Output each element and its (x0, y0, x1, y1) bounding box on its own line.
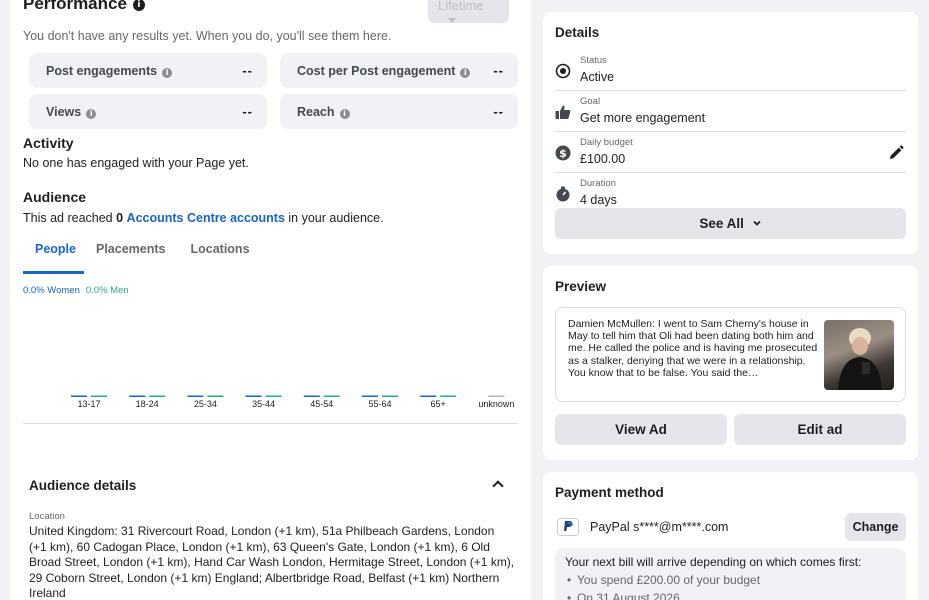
performance-heading: Performance i (23, 0, 145, 14)
payment-method-row: PayPal s****@m****.com Change (555, 513, 906, 543)
chart-tick-label: unknown (478, 399, 514, 409)
chart-tick-label: 25-34 (194, 399, 217, 409)
chart-legend: 0.0% Women 0.0% Men (23, 285, 129, 296)
preview-card: Preview Damien McMullen: I went to Sam C… (543, 266, 918, 460)
chart-bar-women (362, 395, 378, 397)
chart-tick-label: 65+ (431, 399, 446, 409)
ad-preview-image (824, 320, 894, 390)
see-all-button[interactable]: See All (555, 208, 906, 239)
chart-tick-label: 45-54 (310, 399, 333, 409)
stopwatch-icon (556, 186, 570, 202)
chevron-up-icon[interactable] (492, 480, 504, 492)
chart-tick-label: 55-64 (368, 399, 391, 409)
info-icon[interactable]: i (460, 67, 471, 78)
audience-heading: Audience (23, 189, 87, 205)
tab-placements[interactable]: Placements (84, 242, 177, 274)
chart-tick-label: 18-24 (136, 399, 159, 409)
payment-card: Payment method PayPal s****@m****.com Ch… (543, 472, 918, 600)
location-label: Location (29, 511, 65, 522)
svg-text:$: $ (559, 147, 567, 160)
ad-preview-text: Damien McMullen: I went to Sam Cherny's … (568, 318, 818, 379)
audience-tabs: People Placements Locations (23, 242, 262, 274)
detail-row-daily-budget: $ Daily budget £100.00 (555, 133, 906, 173)
chevron-down-icon (753, 220, 761, 226)
accounts-centre-link[interactable]: Accounts Centre accounts (127, 211, 285, 225)
left-panel: Performance i Lifetime You don't have any… (10, 0, 531, 600)
edit-ad-button[interactable]: Edit ad (734, 414, 906, 445)
legend-men: 0.0% Men (85, 285, 129, 296)
legend-women: 0.0% Women (23, 285, 80, 296)
no-results-text: You don't have any results yet. When you… (23, 29, 392, 43)
tab-locations[interactable]: Locations (177, 242, 261, 274)
change-payment-button[interactable]: Change (845, 513, 906, 541)
metric-cost-per-engagement: Cost per Post engagement i -- (280, 53, 518, 88)
view-ad-button[interactable]: View Ad (555, 414, 727, 445)
info-icon[interactable]: i (339, 108, 350, 119)
chart-bar-men (265, 395, 282, 397)
chart-bar-women (187, 395, 204, 397)
chart-bar-men (149, 395, 166, 397)
chart-bar-men (382, 395, 398, 397)
list-item: On 31 August 2026 (565, 591, 896, 600)
ad-preview[interactable]: Damien McMullen: I went to Sam Cherny's … (555, 307, 906, 402)
activity-text: No one has engaged with your Page yet. (23, 156, 249, 170)
payment-heading: Payment method (555, 485, 664, 500)
chart-bar-men (91, 395, 107, 397)
divider (23, 423, 517, 424)
chart-tick-label: 13-17 (77, 399, 100, 409)
metric-post-engagements: Post engagements i -- (29, 53, 267, 88)
detail-row-status: Status Active (555, 51, 906, 91)
activity-heading: Activity (23, 135, 74, 151)
age-gender-chart: 13-17 18-24 25-34 35-44 45-54 55-64 65+ unknown (71, 395, 514, 409)
location-text: United Kingdom: 31 Rivercourt Road, Lond… (29, 524, 515, 600)
thumbs-up-icon (555, 105, 571, 119)
audience-reach-text: This ad reached 0 Accounts Centre accoun… (23, 211, 384, 225)
chart-bar-unknown (488, 395, 505, 397)
info-icon[interactable]: i (132, 0, 145, 11)
paypal-icon (557, 518, 579, 536)
metric-views: Views i -- (29, 94, 267, 129)
chart-bar-women (245, 395, 262, 397)
caret-down-icon (448, 18, 456, 23)
chart-bar-women (303, 395, 320, 397)
chart-bar-men (323, 395, 340, 397)
lifetime-dropdown[interactable]: Lifetime (428, 0, 509, 23)
chart-bar-women (129, 395, 146, 397)
dollar-icon: $ (555, 145, 571, 161)
list-item: You spend £200.00 of your budget (565, 573, 896, 587)
payment-method-name: PayPal s****@m****.com (590, 520, 729, 534)
details-card: Details Status Active Goal Get more enga… (543, 12, 918, 254)
metric-reach: Reach i -- (280, 94, 518, 129)
info-icon[interactable]: i (86, 108, 97, 119)
detail-row-goal: Goal Get more engagement (555, 92, 906, 132)
chart-tick-label: 35-44 (252, 399, 275, 409)
chart-bar-men (207, 395, 224, 397)
chart-bar-women (420, 395, 437, 397)
chart-bar-women (71, 395, 87, 397)
pencil-icon[interactable] (888, 145, 904, 161)
info-icon[interactable]: i (162, 67, 173, 78)
tab-people[interactable]: People (23, 242, 84, 274)
details-heading: Details (555, 25, 600, 40)
chart-bar-men (440, 395, 457, 397)
radio-icon (555, 63, 571, 79)
preview-heading: Preview (555, 279, 607, 294)
audience-details-heading: Audience details (29, 478, 137, 493)
next-bill-info: Your next bill will arrive depending on … (555, 548, 906, 600)
